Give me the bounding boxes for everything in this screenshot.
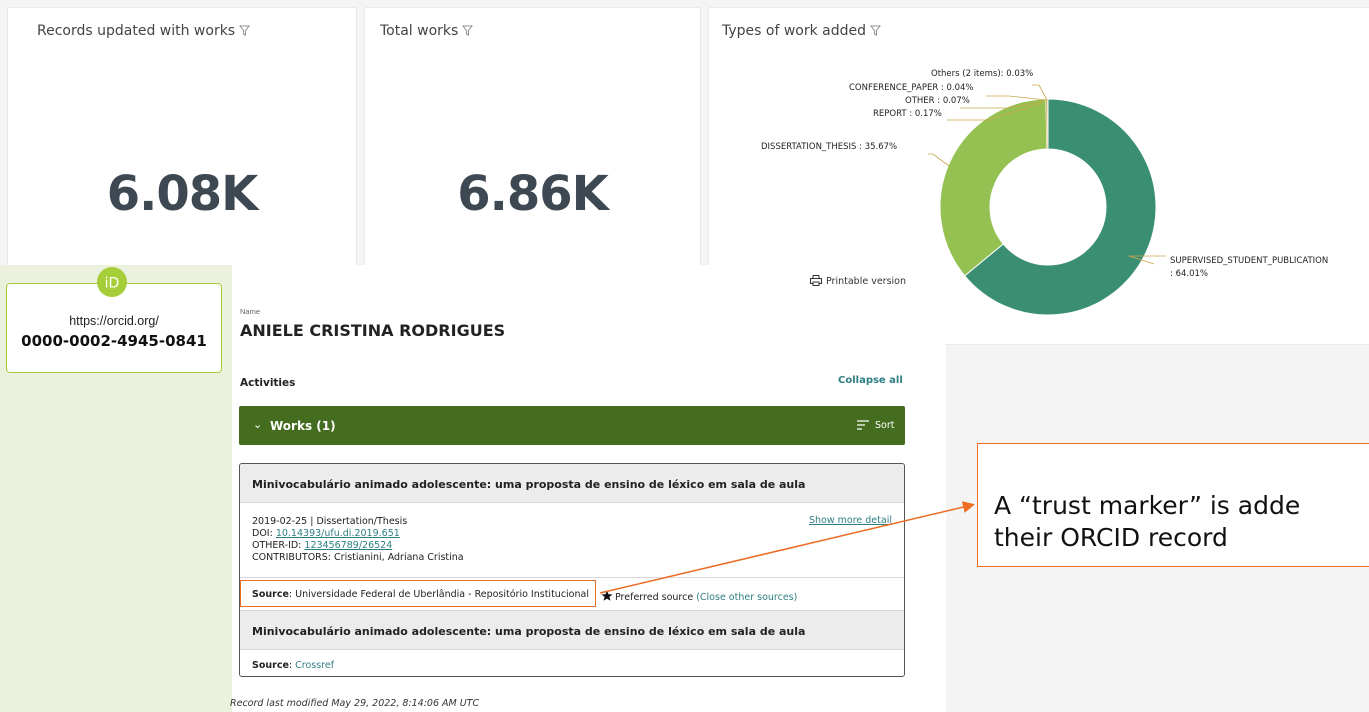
svg-text:iD: iD (105, 276, 120, 292)
orcid-logo-icon: iD (97, 267, 127, 297)
work-title: Minivocabulário animado adolescente: uma… (252, 478, 806, 491)
activities-heading: Activities (240, 377, 296, 389)
orcid-id: 0000-0002-4945-0841 (21, 332, 207, 350)
total-works-title: Total works (380, 23, 474, 39)
other-id-link[interactable]: 123456789/26524 (304, 540, 392, 551)
work-title-secondary: Minivocabulário animado adolescente: uma… (252, 625, 806, 638)
trust-marker-callout: A “trust marker” is adde their ORCID rec… (977, 443, 1369, 567)
pie-label-others: Others (2 items): 0.03% (931, 69, 1033, 79)
show-more-detail-link[interactable]: Show more detail (809, 515, 892, 526)
work-contributors: CONTRIBUTORS: Cristianini, Adriana Crist… (252, 552, 464, 563)
collapse-all-button[interactable]: Collapse all (838, 375, 903, 386)
source-highlight-box (240, 580, 596, 607)
work-date-type: 2019-02-25 | Dissertation/Thesis (252, 516, 408, 527)
work-doi: DOI: 10.14393/ufu.di.2019.651 (252, 528, 400, 539)
pie-label-dissertation: DISSERTATION_THESIS : 35.67% (761, 142, 897, 152)
orcid-url[interactable]: https://orcid.org/ (7, 314, 221, 328)
work-other-id: OTHER-ID: 123456789/26524 (252, 540, 393, 551)
divider (240, 577, 904, 578)
doi-link[interactable]: 10.14393/ufu.di.2019.651 (276, 528, 400, 539)
work-item: Minivocabulário animado adolescente: uma… (239, 463, 905, 677)
records-updated-value: 6.08K (106, 166, 259, 222)
star-icon (601, 590, 613, 601)
preferred-source: Preferred source (Close other sources) (601, 590, 797, 603)
pie-slice-dissertation-thesis[interactable] (939, 98, 1048, 277)
work-title-bar: Minivocabulário animado adolescente: uma… (240, 464, 904, 503)
chevron-down-icon[interactable]: ⌄ (253, 418, 262, 431)
filter-icon[interactable] (239, 25, 251, 36)
work-title-bar-secondary: Minivocabulário animado adolescente: uma… (240, 610, 904, 650)
works-section-header[interactable]: ⌄ Works (1) Sort (239, 406, 905, 445)
pie-label-conference: CONFERENCE_PAPER : 0.04% (849, 83, 974, 93)
callout-line-2: their ORCID record (994, 523, 1228, 552)
printable-version-link[interactable]: Printable version (810, 275, 906, 287)
name-caption: Name (240, 307, 261, 316)
callout-line-1: A “trust marker” is adde (994, 491, 1301, 520)
works-header-label: Works (1) (270, 419, 336, 433)
person-name: ANIELE CRISTINA RODRIGUES (240, 321, 506, 340)
pie-label-supervised-line1: SUPERVISED_STUDENT_PUBLICATION (1170, 256, 1328, 266)
sort-button[interactable]: Sort (857, 420, 894, 431)
crossref-link[interactable]: Crossref (295, 660, 334, 671)
printer-icon (810, 275, 822, 286)
sort-icon (857, 420, 869, 430)
records-updated-card: Records updated with works 6.08K (7, 7, 357, 271)
work-source-secondary: Source: Crossref (252, 660, 335, 671)
orcid-record-panel: Printable version Name ANIELE CRISTINA R… (232, 265, 946, 712)
record-last-modified: Record last modified May 29, 2022, 8:14:… (230, 698, 480, 709)
pie-label-supervised-line2: : 64.01% (1170, 269, 1208, 279)
total-works-card: Total works 6.86K (364, 7, 701, 271)
pie-label-report: REPORT : 0.17% (873, 109, 942, 119)
total-works-value: 6.86K (457, 166, 609, 222)
records-updated-title: Records updated with works (37, 23, 251, 39)
pie-label-other: OTHER : 0.07% (905, 96, 970, 106)
close-other-sources-link[interactable]: (Close other sources) (696, 592, 797, 603)
filter-icon[interactable] (462, 25, 474, 36)
callout-text: A “trust marker” is adde their ORCID rec… (994, 490, 1300, 554)
